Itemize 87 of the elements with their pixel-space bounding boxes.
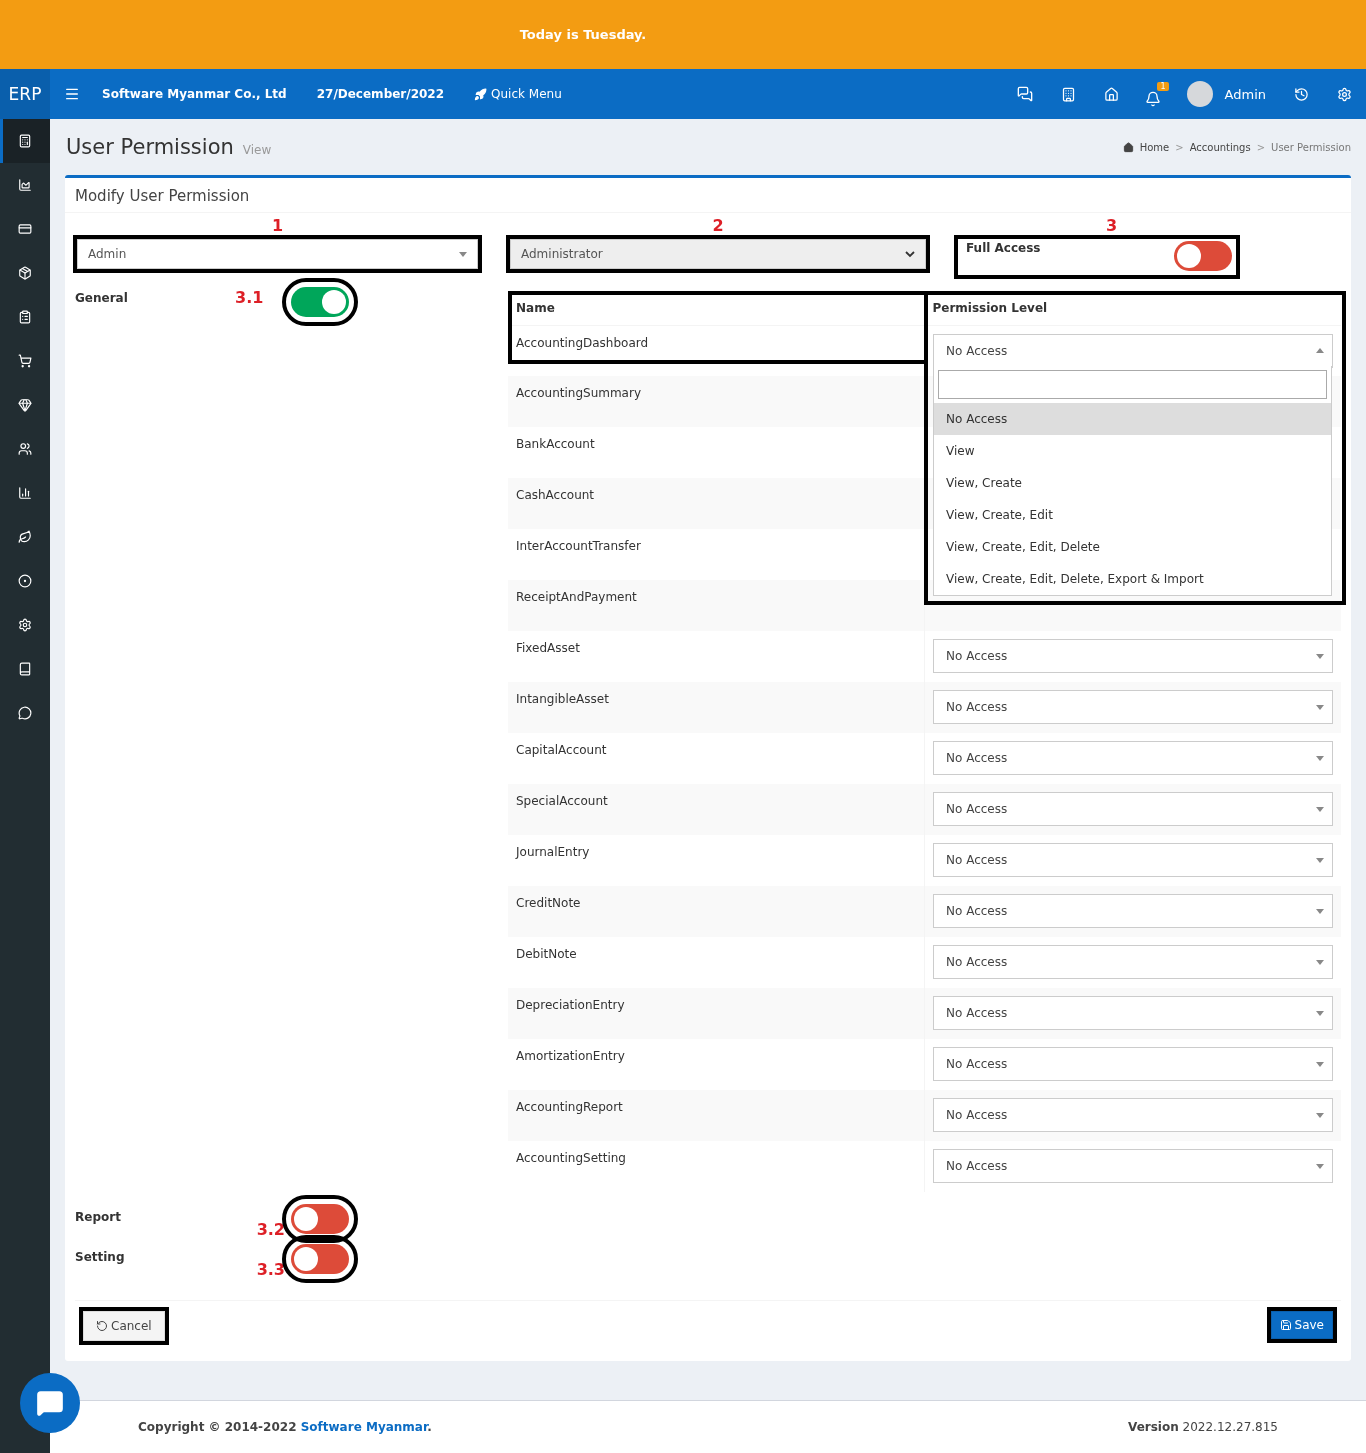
caret-icon — [1316, 1010, 1324, 1016]
menu-icon[interactable] — [64, 86, 80, 102]
save-icon — [1279, 1319, 1292, 1331]
avatar — [1186, 81, 1213, 107]
annotation-number: 3.3 — [255, 1262, 286, 1278]
caret-icon — [1316, 1112, 1324, 1118]
chevron-icon — [905, 249, 915, 259]
sidebar-item[interactable] — [0, 119, 50, 163]
building-icon[interactable] — [1060, 86, 1076, 102]
permission-select[interactable]: No Access — [933, 1047, 1333, 1081]
date-text: 27/December/2022 — [316, 87, 445, 101]
dropdown-option[interactable]: No Access — [934, 403, 1331, 435]
full-access-toggle[interactable] — [1174, 241, 1232, 271]
annotation-number: 3.2 — [255, 1222, 286, 1238]
table-cell: AccountingSetting — [508, 1141, 925, 1192]
permission-select[interactable]: No Access — [933, 945, 1333, 979]
rocket-icon — [474, 87, 488, 101]
quick-menu-link[interactable]: Quick Menu — [474, 87, 562, 101]
caret-icon — [1316, 959, 1324, 965]
breadcrumb-link[interactable]: Accountings — [1189, 141, 1251, 153]
search-field[interactable] — [938, 370, 1327, 399]
users-icon — [18, 442, 32, 456]
cart-icon — [18, 354, 32, 368]
chat-bubble-icon — [36, 1389, 64, 1417]
calculator-icon — [18, 134, 32, 148]
page-subtitle: View — [242, 143, 272, 157]
permission-select[interactable]: No Access — [933, 792, 1333, 826]
permission-select[interactable]: No Access — [933, 690, 1333, 724]
user-menu[interactable]: Admin — [1186, 81, 1266, 107]
breadcrumb-separator: > — [1256, 141, 1266, 153]
breadcrumb-link[interactable]: Home — [1139, 141, 1170, 153]
caret-icon — [1316, 348, 1324, 353]
caret-icon — [1316, 704, 1324, 710]
caret-icon — [459, 251, 467, 257]
annotation-number: 3.1 — [235, 291, 265, 305]
annotation-number: 2 — [712, 215, 724, 237]
version-text: Version 2022.12.27.815 — [1128, 1420, 1278, 1434]
caret-icon — [1316, 755, 1324, 761]
permission-select[interactable]: No Access — [933, 333, 1333, 368]
package-icon — [18, 266, 32, 280]
full-access-label: Full Access — [966, 241, 1041, 257]
clipboard-icon — [18, 310, 32, 324]
caret-icon — [1316, 653, 1324, 659]
permission-select[interactable]: No Access — [933, 1098, 1333, 1132]
home-icon[interactable] — [1103, 86, 1119, 102]
section-label: Setting — [75, 1250, 126, 1264]
bar-chart-icon — [18, 486, 32, 500]
permission-select[interactable]: No Access — [933, 894, 1333, 928]
section-label: General — [75, 291, 129, 305]
permission-select[interactable]: No Access — [933, 741, 1333, 775]
column-header: Name — [508, 291, 925, 325]
chat-icon[interactable] — [1016, 86, 1033, 102]
caret-icon — [1316, 908, 1324, 914]
credit-card-icon — [18, 222, 32, 236]
permission-select[interactable]: No Access — [933, 639, 1333, 673]
settings-icon — [18, 618, 32, 632]
banner-text: Today is Tuesday. — [519, 27, 647, 42]
box-title: Modify User Permission — [74, 186, 251, 207]
caret-icon — [1316, 857, 1324, 863]
notification-badge: 1 — [1157, 81, 1169, 91]
settings-icon[interactable] — [1337, 86, 1352, 102]
company-link[interactable]: Software Myanmar — [300, 1420, 428, 1434]
home-icon — [1122, 141, 1134, 153]
caret-icon — [1316, 1061, 1324, 1067]
leaf-icon — [18, 530, 32, 544]
logo: ERP — [0, 69, 50, 119]
permission-select[interactable]: No Access — [933, 1149, 1333, 1183]
company-name: Software Myanmar Co., Ltd — [102, 87, 287, 101]
book-icon — [18, 662, 32, 676]
page-title: User Permission — [66, 135, 234, 159]
permission-select[interactable]: No Access — [933, 843, 1333, 877]
breadcrumb-link[interactable]: User Permission — [1271, 141, 1351, 153]
section-label: Report — [75, 1210, 122, 1224]
caret-icon — [1316, 1163, 1324, 1169]
annotation-number: 3 — [1106, 215, 1118, 237]
column-header: Permission Level — [924, 291, 1341, 325]
bell-icon — [1144, 90, 1161, 107]
history-icon[interactable] — [1294, 86, 1309, 102]
copyright-text: Copyright © 2014-2022 Software Myanmar. — [138, 1420, 432, 1434]
gem-icon — [18, 398, 32, 412]
annotation-number: 1 — [271, 215, 284, 237]
permission-select[interactable]: No Access — [933, 996, 1333, 1030]
area-chart-icon — [18, 178, 32, 192]
breadcrumb-separator: > — [1175, 141, 1184, 153]
caret-icon — [1316, 806, 1324, 812]
undo-icon — [96, 1320, 108, 1332]
chat-bubble-icon — [18, 706, 32, 720]
